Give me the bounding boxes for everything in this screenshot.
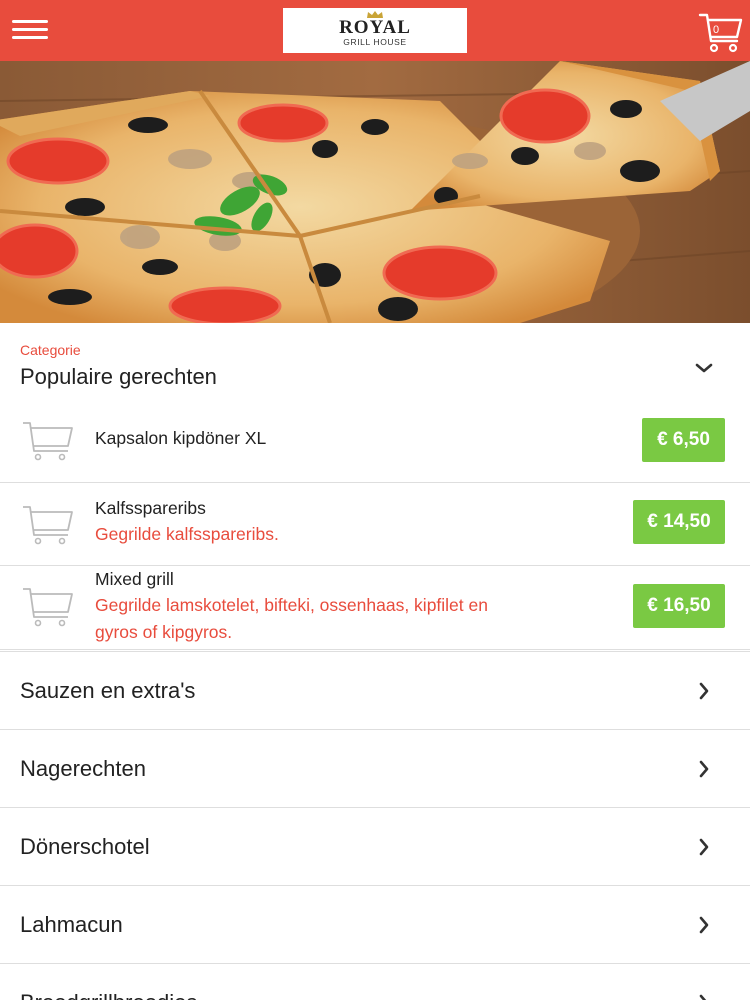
category-header[interactable]: Categorie Populaire gerechten (0, 323, 750, 403)
category-row-nagerechten[interactable]: Nagerechten (0, 729, 750, 807)
chevron-right-icon (699, 916, 709, 934)
price-button[interactable]: € 6,50 (642, 418, 725, 462)
app-header: ROYAL GRILL HOUSE 0 (0, 0, 750, 61)
pizza-hero-image (0, 61, 750, 323)
category-row-label: Sauzen en extra's (20, 678, 196, 703)
product-item[interactable]: Mixed grill Gegrilde lamskotelet, biftek… (0, 566, 750, 650)
category-row-label: Dönerschotel (20, 834, 150, 859)
logo[interactable]: ROYAL GRILL HOUSE (283, 8, 467, 53)
hamburger-menu-icon[interactable] (12, 18, 48, 42)
chevron-right-icon (699, 838, 709, 856)
category-row-sauzen[interactable]: Sauzen en extra's (0, 651, 750, 729)
product-description: Gegrilde lamskotelet, bifteki, ossenhaas… (95, 595, 488, 615)
logo-subtitle: GRILL HOUSE (343, 37, 407, 47)
add-to-cart-icon[interactable] (22, 501, 74, 545)
chevron-down-icon[interactable] (692, 356, 716, 380)
category-row-label: Nagerechten (20, 756, 146, 781)
category-name: Populaire gerechten (20, 364, 217, 389)
chevron-right-icon (699, 682, 709, 700)
price-button[interactable]: € 16,50 (633, 584, 725, 628)
add-to-cart-icon[interactable] (22, 583, 74, 627)
product-description: Gegrilde kalfsspareribs. (95, 524, 279, 544)
add-to-cart-icon[interactable] (22, 417, 74, 461)
category-row-label: Broodgrillbroodjes (20, 990, 197, 1000)
category-row-donerschotel[interactable]: Dönerschotel (0, 807, 750, 885)
cart-count: 0 (712, 24, 720, 36)
price-button[interactable]: € 14,50 (633, 500, 725, 544)
product-item[interactable]: Kapsalon kipdöner XL € 6,50 (0, 403, 750, 483)
chevron-right-icon (699, 760, 709, 778)
product-description: gyros of kipgyros. (95, 622, 233, 642)
shopping-cart-icon[interactable]: 0 (697, 7, 745, 55)
product-name: Kalfsspareribs (95, 498, 206, 518)
category-row-label: Lahmacun (20, 912, 123, 937)
product-name: Kapsalon kipdöner XL (95, 428, 267, 448)
logo-name: ROYAL (339, 17, 411, 38)
category-label: Categorie (20, 342, 81, 358)
category-row-broodgrillbroodjes[interactable]: Broodgrillbroodjes (0, 963, 750, 1000)
product-name: Mixed grill (95, 569, 174, 589)
product-item[interactable]: Kalfsspareribs Gegrilde kalfsspareribs. … (0, 483, 750, 566)
chevron-right-icon (699, 994, 707, 1000)
category-row-lahmacun[interactable]: Lahmacun (0, 885, 750, 963)
